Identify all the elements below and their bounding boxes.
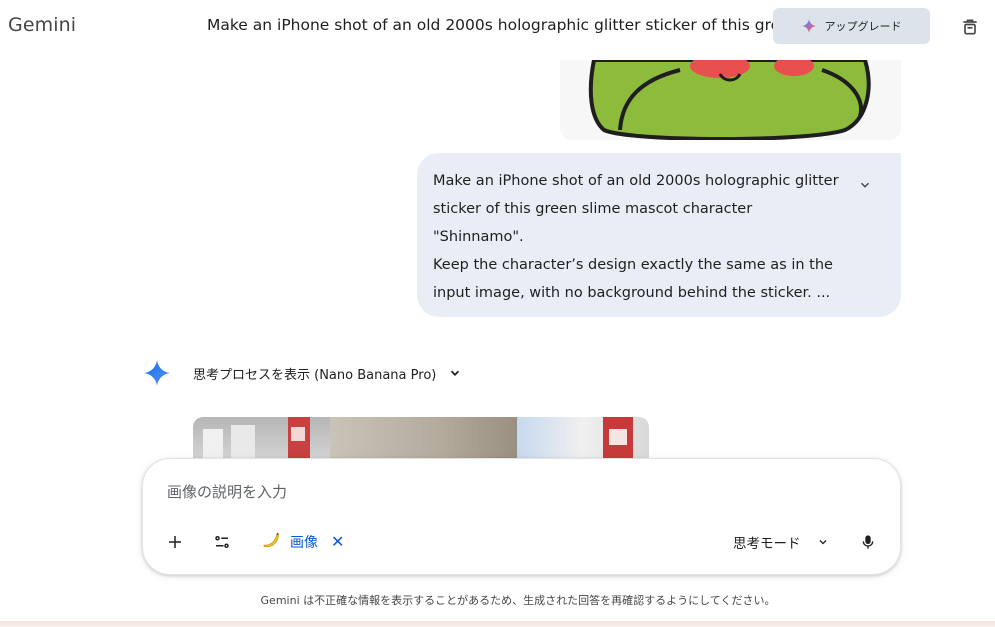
user-message-line: Make an iPhone shot of an old 2000s holo… [433, 173, 839, 189]
disclaimer-text: Gemini は不正確な情報を表示することがあるため、生成された回答を再確認する… [260, 594, 776, 607]
mic-icon [862, 535, 874, 549]
user-message-line: input image, with no background behind t… [433, 285, 831, 301]
chevron-down-icon [860, 182, 870, 188]
show-thinking-toggle[interactable]: 思考プロセスを表示 (Nano Banana Pro) [193, 362, 462, 384]
gemini-spark-icon [144, 360, 170, 386]
tune-icon [215, 536, 229, 548]
chevron-down-icon [819, 540, 826, 545]
prompt-composer: 画像 ✕ 思考モード [142, 458, 901, 575]
chevron-down-icon [451, 370, 460, 376]
upgrade-label: アップグレード [824, 20, 902, 33]
image-tool-label: 画像 [290, 535, 318, 551]
mode-label: 思考モード [733, 536, 801, 552]
plus-icon [169, 536, 181, 548]
microphone-button[interactable] [853, 527, 883, 557]
user-message-bubble: Make an iPhone shot of an old 2000s holo… [417, 153, 901, 317]
gemini-app: Gemini Make an iPhone shot of an old 200… [0, 0, 995, 627]
close-icon[interactable]: ✕ [331, 534, 344, 550]
trash-icon [963, 19, 977, 35]
delete-chat-button[interactable] [956, 13, 984, 41]
tools-button[interactable] [207, 527, 237, 557]
thinking-label: 思考プロセスを表示 (Nano Banana Pro) [193, 367, 437, 383]
user-message-line: Keep the character’s design exactly the … [433, 257, 833, 273]
user-message-line: "Shinnamo". [433, 229, 524, 245]
bottom-divider [0, 621, 995, 627]
uploaded-mascot-image[interactable] [560, 60, 901, 140]
prompt-input[interactable] [167, 481, 867, 503]
banana-icon [261, 530, 281, 554]
add-attachment-button[interactable] [160, 527, 190, 557]
user-message-line: sticker of this green slime mascot chara… [433, 201, 753, 217]
upgrade-button[interactable]: アップグレード [773, 8, 930, 44]
image-tool-chip[interactable]: 画像 ✕ [261, 529, 344, 555]
mode-selector[interactable]: 思考モード [733, 529, 829, 555]
gemini-spark-icon [801, 19, 816, 33]
brand-logo[interactable]: Gemini [8, 14, 76, 36]
chat-title: Make an iPhone shot of an old 2000s holo… [207, 16, 777, 34]
mascot-illustration [560, 60, 901, 140]
expand-message-button[interactable] [855, 175, 875, 195]
